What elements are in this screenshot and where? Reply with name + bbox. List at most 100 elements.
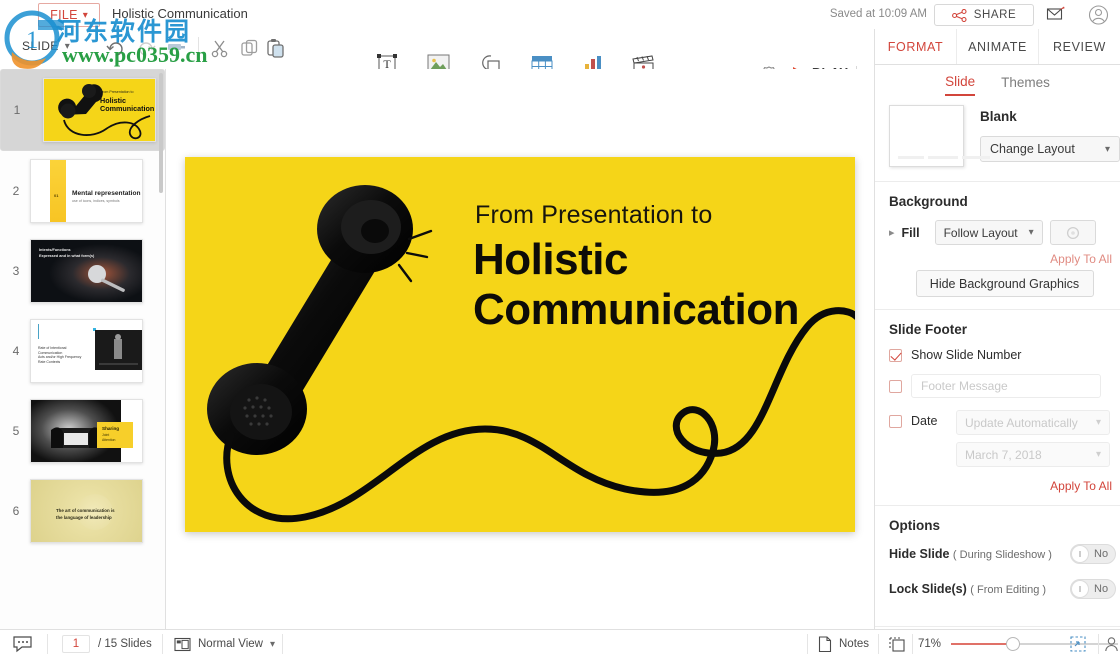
tab-format[interactable]: FORMAT	[875, 29, 957, 64]
background-apply-to-all[interactable]: Apply To All	[889, 245, 1120, 266]
zoom-slider-handle[interactable]	[1006, 637, 1020, 651]
comment-button[interactable]	[12, 630, 34, 658]
fill-mode-value: Follow Layout	[944, 226, 1018, 240]
slide-canvas-area[interactable]: From Presentation to Holistic Communicat…	[166, 69, 874, 629]
slide-thumb-line4: Rate Contexts	[38, 360, 81, 365]
slide-title-small: From Presentation to	[475, 201, 712, 230]
slide-panel-scrollbar[interactable]	[159, 73, 163, 193]
slide-thumb-line2: Joint	[102, 433, 109, 437]
slide-position: 1 / 15 Slides	[62, 630, 152, 658]
change-layout-dropdown[interactable]: Change Layout ▾	[980, 136, 1120, 162]
zoom-slider[interactable]	[951, 637, 1118, 651]
file-menu-button[interactable]: FILE ▾	[38, 3, 100, 27]
layout-name: Blank	[980, 109, 1120, 124]
speaker-photo	[95, 330, 142, 370]
slide-menu-button[interactable]: SLIDE ▾	[22, 39, 70, 53]
notes-button[interactable]: Notes	[818, 630, 869, 658]
toolbar-divider	[198, 37, 199, 59]
footer-message-checkbox[interactable]	[889, 380, 902, 393]
slide-thumb-canvas: Rate of Intentional Communication Acts a…	[30, 319, 143, 383]
toggle-knob: ‖	[1071, 545, 1089, 563]
fit-to-screen-button[interactable]	[1070, 630, 1087, 658]
slide-footer-heading: Slide Footer	[889, 322, 1120, 337]
share-button[interactable]: SHARE	[934, 4, 1034, 26]
footer-message-row[interactable]: Footer Message	[889, 374, 1120, 398]
current-slide-input[interactable]: 1	[62, 635, 90, 653]
arrange-panel-button[interactable]	[888, 630, 906, 658]
date-value-dropdown[interactable]: March 7, 2018 ▾	[956, 442, 1110, 467]
fill-mode-dropdown[interactable]: Follow Layout ▾	[935, 220, 1043, 245]
slide-thumb-line1: Intents/Functions	[39, 248, 71, 252]
lock-slide-label-group: Lock Slide(s) ( From Editing )	[889, 582, 1046, 596]
redo-icon[interactable]	[134, 37, 158, 61]
slide-thumbnail-6[interactable]: 6 The art of communication is the langua…	[0, 471, 165, 551]
slide-thumbnail-5[interactable]: 5 Sharing Joint Attention	[0, 391, 165, 471]
slide-thumb-text: Rate of Intentional Communication Acts a…	[38, 346, 81, 364]
status-divider	[162, 634, 163, 654]
tab-animate[interactable]: ANIMATE	[957, 29, 1039, 64]
avatar[interactable]	[1088, 5, 1110, 25]
paste-icon[interactable]	[264, 37, 288, 61]
slide-footer-section: Slide Footer Show Slide Number Footer Me…	[875, 309, 1120, 505]
chevron-right-icon[interactable]: ▸	[889, 226, 895, 239]
normal-view-icon	[174, 637, 191, 652]
date-label: Date	[911, 414, 947, 428]
status-divider	[912, 634, 913, 654]
slide-thumb-title: Mental representation	[72, 190, 141, 197]
copy-icon[interactable]	[238, 37, 262, 61]
date-checkbox[interactable]	[889, 415, 902, 428]
lock-slide-row: Lock Slide(s) ( From Editing ) ‖ No	[889, 579, 1120, 599]
fill-color-swatch[interactable]	[1050, 220, 1096, 245]
hide-slide-note: ( During Slideshow )	[953, 549, 1052, 561]
format-painter-icon[interactable]	[165, 37, 189, 61]
date-mode-value: Update Automatically	[965, 416, 1078, 430]
slide-number: 6	[8, 504, 24, 518]
accent-rule	[38, 324, 39, 339]
date-mode-dropdown[interactable]: Update Automatically ▾	[956, 410, 1110, 435]
footer-apply-to-all[interactable]: Apply To All	[889, 479, 1120, 493]
hide-slide-toggle[interactable]: ‖ No	[1070, 544, 1116, 564]
status-divider	[282, 634, 283, 654]
zoom-control[interactable]: 71%	[918, 630, 1118, 658]
slide-number: 5	[8, 424, 24, 438]
user-button[interactable]	[1104, 630, 1119, 658]
status-divider	[878, 634, 879, 654]
layout-section: Blank Change Layout ▾	[875, 99, 1120, 181]
file-menu-label: FILE	[50, 8, 78, 22]
current-slide[interactable]: From Presentation to Holistic Communicat…	[185, 157, 855, 532]
hide-background-graphics-button[interactable]: Hide Background Graphics	[916, 270, 1094, 297]
slide-thumbnail-2[interactable]: 2 01 Mental representation use of icons,…	[0, 151, 165, 231]
subtab-slide[interactable]: Slide	[945, 74, 975, 96]
slide-thumbnail-panel[interactable]: 1 From Presentation to Holistic Communic…	[0, 69, 166, 629]
slide-thumbnail-1[interactable]: 1 From Presentation to Holistic Communic…	[0, 69, 165, 151]
notes-label: Notes	[839, 638, 869, 650]
undo-icon[interactable]	[104, 37, 128, 61]
slide-thumbnail-3[interactable]: 3 Intents/Functions Expressed and in wha…	[0, 231, 165, 311]
show-slide-number-checkbox[interactable]	[889, 349, 902, 362]
mail-icon[interactable]	[1046, 5, 1068, 25]
slide-thumbnail-4[interactable]: 4 Rate of Intentional Communication Acts…	[0, 311, 165, 391]
slide-thumb-line2: Expressed and in what form(s)	[39, 254, 94, 258]
tab-review[interactable]: REVIEW	[1039, 29, 1120, 64]
fill-row: ▸ Fill Follow Layout ▾	[889, 220, 1120, 245]
layout-preview-thumbnail[interactable]	[889, 105, 964, 167]
slide-thumb-canvas: Intents/Functions Expressed and in what …	[30, 239, 143, 303]
subtab-themes[interactable]: Themes	[1001, 75, 1050, 95]
lock-slide-toggle[interactable]: ‖ No	[1070, 579, 1116, 599]
slide-thumb-canvas: The art of communication is the language…	[30, 479, 143, 543]
view-mode-label: Normal View	[198, 638, 263, 650]
view-mode-dropdown[interactable]: Normal View ▾	[174, 630, 275, 658]
slide-thumb-canvas: 01 Mental representation use of icons, i…	[30, 159, 143, 223]
cut-icon[interactable]	[209, 37, 233, 61]
arrange-panel-icon	[888, 635, 906, 653]
top-bar: FILE ▾ Holistic Communication Saved at 1…	[0, 0, 1120, 29]
panel-tabs: FORMAT ANIMATE REVIEW	[875, 29, 1120, 65]
status-divider	[807, 634, 808, 654]
zoom-track-filled	[951, 643, 1013, 645]
show-slide-number-row[interactable]: Show Slide Number	[889, 348, 1120, 362]
slide-number: 4	[8, 344, 24, 358]
footer-message-input[interactable]: Footer Message	[911, 374, 1101, 398]
document-title[interactable]: Holistic Communication	[112, 6, 248, 21]
date-row[interactable]: Date Update Automatically ▾ March 7, 201…	[889, 410, 1120, 467]
slide-title-large: Holistic Communication	[473, 235, 799, 335]
